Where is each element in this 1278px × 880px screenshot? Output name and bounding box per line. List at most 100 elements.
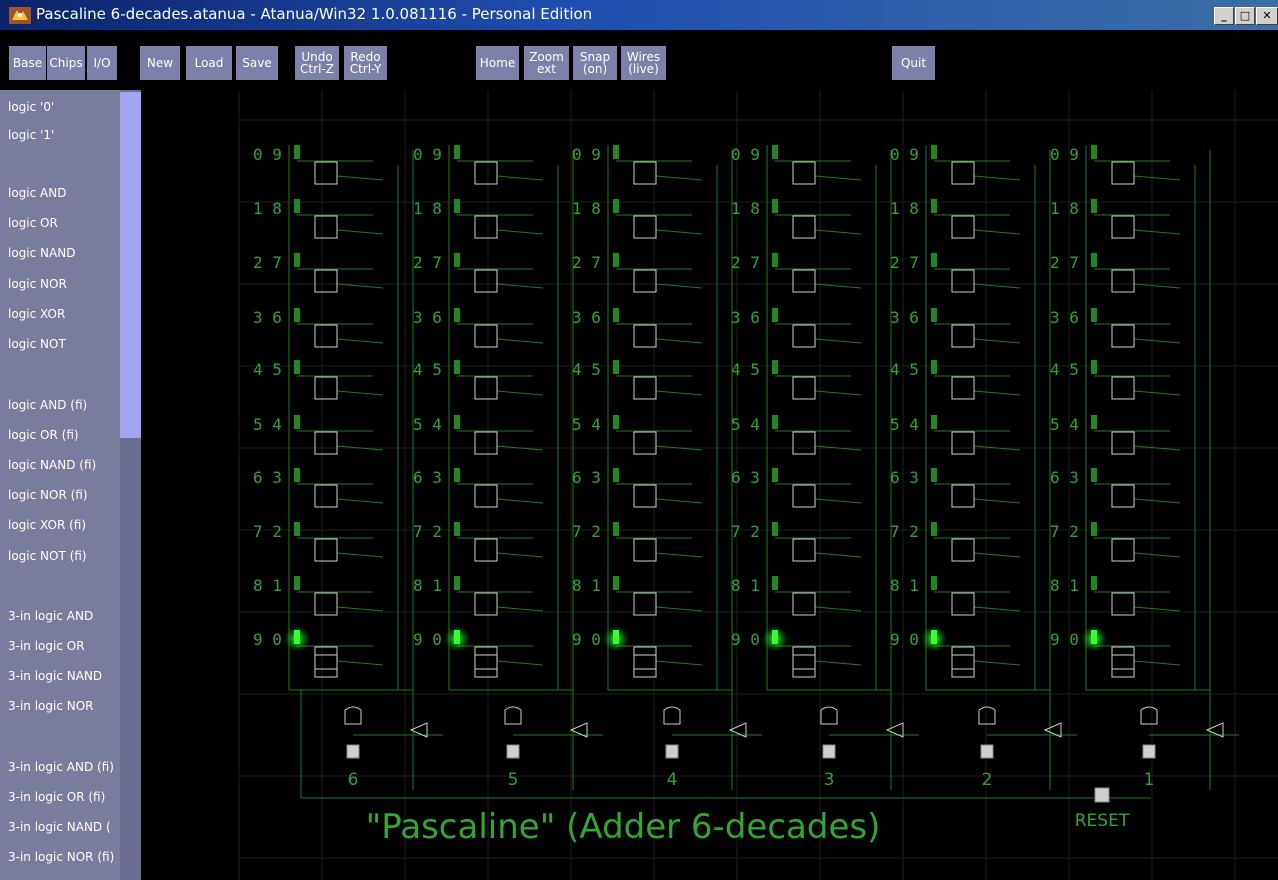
palette-item-not[interactable]: logic NOT — [8, 337, 120, 351]
circuit-canvas[interactable]: 0 9 1 8 2 7 3 6 4 5 5 4 6 3 7 2 8 1 9 0 6 0 9 1 8 2 7… — [141, 90, 1278, 880]
digit-pair: 3 6 — [1050, 308, 1079, 327]
undo-button[interactable]: Undo Ctrl-Z — [295, 46, 339, 80]
palette-item-nor-fi[interactable]: logic NOR (fi) — [8, 488, 120, 502]
base-button[interactable]: Base — [9, 46, 46, 80]
wire — [496, 552, 544, 558]
palette-item-3nand-fi[interactable]: 3-in logic NAND ( — [8, 820, 120, 834]
palette-item-nand-fi[interactable]: logic NAND (fi) — [8, 458, 120, 472]
wires-button[interactable]: Wires (live) — [621, 46, 666, 80]
led-indicator — [931, 145, 937, 159]
wire — [496, 175, 544, 181]
palette-item-nand[interactable]: logic NAND — [8, 246, 120, 260]
load-button[interactable]: Load — [186, 46, 232, 80]
led-indicator — [613, 630, 619, 644]
digit-pair: 1 8 — [731, 199, 760, 218]
flipflop-chip — [1111, 654, 1135, 678]
flipflop-chip — [951, 161, 975, 185]
wire — [973, 338, 1021, 344]
or-gate — [978, 706, 996, 725]
wire — [1133, 552, 1181, 558]
palette-scrollbar-thumb[interactable] — [120, 92, 141, 438]
digit-pair: 5 4 — [253, 415, 282, 434]
palette-item-3and-fi[interactable]: 3-in logic AND (fi) — [8, 760, 120, 774]
flipflop-chip — [633, 376, 657, 400]
led-indicator — [931, 308, 937, 322]
digit-pair: 7 2 — [253, 522, 282, 541]
digit-pair: 3 6 — [731, 308, 760, 327]
palette-item-not-fi[interactable]: logic NOT (fi) — [8, 549, 120, 563]
reset-button[interactable] — [1094, 787, 1110, 803]
save-button[interactable]: Save — [236, 46, 278, 80]
decade-switch — [506, 744, 520, 759]
palette-item-and-fi[interactable]: logic AND (fi) — [8, 398, 120, 412]
redo-button[interactable]: Redo Ctrl-Y — [344, 46, 387, 80]
home-button[interactable]: Home — [476, 46, 519, 80]
flipflop-chip — [1111, 484, 1135, 508]
components[interactable] — [284, 145, 1224, 759]
digit-pair: 9 0 — [890, 630, 919, 649]
wire — [973, 229, 1021, 235]
new-button[interactable]: New — [140, 46, 180, 80]
led-indicator — [1091, 415, 1097, 429]
palette-item-xor-fi[interactable]: logic XOR (fi) — [8, 518, 120, 532]
digit-pair: 7 2 — [413, 522, 442, 541]
io-button[interactable]: I/O — [87, 46, 117, 80]
digit-pair: 8 1 — [731, 576, 760, 595]
palette-item-3nand[interactable]: 3-in logic NAND — [8, 669, 120, 683]
wire — [814, 390, 862, 396]
chips-button[interactable]: Chips — [47, 46, 85, 80]
palette-item-logic-1[interactable]: logic '1' — [8, 128, 120, 142]
wire — [655, 338, 703, 344]
palette-item-3nor[interactable]: 3-in logic NOR — [8, 699, 120, 713]
palette-item-xor[interactable]: logic XOR — [8, 307, 120, 321]
led-indicator — [1091, 522, 1097, 536]
maximize-button[interactable]: □ — [1235, 7, 1255, 25]
flipflop-chip — [792, 431, 816, 455]
digit-pair: 8 1 — [413, 576, 442, 595]
led-indicator — [454, 199, 460, 213]
circuit-diagram[interactable]: 0 9 1 8 2 7 3 6 4 5 5 4 6 3 7 2 8 1 9 0 6 0 9 1 8 2 7… — [141, 90, 1278, 880]
wire — [814, 229, 862, 235]
wire — [336, 229, 384, 235]
wire — [336, 175, 384, 181]
palette-item-and[interactable]: logic AND — [8, 186, 120, 200]
decade-label: 6 — [348, 770, 359, 790]
or-gate — [663, 706, 681, 725]
palette-item-nor[interactable]: logic NOR — [8, 277, 120, 291]
led-indicator — [294, 630, 300, 644]
palette-item-or[interactable]: logic OR — [8, 216, 120, 230]
digit-pair: 9 0 — [572, 630, 601, 649]
wire — [973, 552, 1021, 558]
led-indicator — [613, 199, 619, 213]
led-indicator — [613, 308, 619, 322]
wire — [655, 660, 703, 666]
wire — [973, 498, 1021, 504]
palette-item-3and[interactable]: 3-in logic AND — [8, 609, 120, 623]
zoom-button[interactable]: Zoom ext — [524, 46, 569, 80]
digit-pair: 9 0 — [1050, 630, 1079, 649]
wire — [336, 660, 384, 666]
flipflop-chip — [633, 654, 657, 678]
palette-item-logic-0[interactable]: logic '0' — [8, 100, 120, 114]
led-indicator — [1091, 630, 1097, 644]
minimize-button[interactable]: _ — [1214, 7, 1234, 25]
digit-pair: 6 3 — [413, 468, 442, 487]
flipflop-chip — [951, 654, 975, 678]
led-indicator — [931, 630, 937, 644]
led-indicator — [1091, 199, 1097, 213]
close-button[interactable]: ✕ — [1256, 7, 1278, 25]
snap-button[interactable]: Snap (on) — [573, 46, 617, 80]
palette-item-or-fi[interactable]: logic OR (fi) — [8, 428, 120, 442]
wire — [973, 283, 1021, 289]
or-gate — [504, 706, 522, 725]
palette-item-3or-fi[interactable]: 3-in logic OR (fi) — [8, 790, 120, 804]
led-indicator — [294, 308, 300, 322]
digit-pair: 5 4 — [413, 415, 442, 434]
palette-item-3or[interactable]: 3-in logic OR — [8, 639, 120, 653]
flipflop-chip — [633, 161, 657, 185]
quit-button[interactable]: Quit — [892, 46, 935, 80]
digit-pair: 2 7 — [890, 253, 919, 272]
toolbar: Base Chips I/O New Load Save Undo Ctrl-Z… — [0, 30, 1278, 90]
palette-item-3nor-fi[interactable]: 3-in logic NOR (fi) — [8, 850, 120, 864]
digit-pair: 1 8 — [572, 199, 601, 218]
